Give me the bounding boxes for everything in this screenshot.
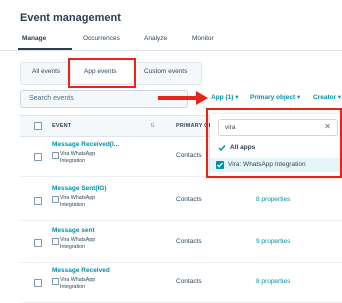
- subtab-custom-events[interactable]: Custom events: [144, 68, 187, 75]
- tab-analyze[interactable]: Analyze: [144, 35, 167, 42]
- tab-occurrences[interactable]: Occurrences: [83, 35, 120, 42]
- tabs-divider: [0, 50, 342, 51]
- table-row[interactable]: Message Received Vira WhatsApp Integrati…: [20, 262, 342, 303]
- tab-manage[interactable]: Manage: [22, 35, 46, 42]
- app-events-highlight: [68, 58, 136, 88]
- event-properties-link[interactable]: 8 properties: [256, 278, 290, 285]
- select-all-checkbox[interactable]: [34, 122, 42, 130]
- subtab-all-events[interactable]: All events: [32, 68, 60, 75]
- event-name-link[interactable]: Message sent: [52, 227, 95, 234]
- event-name-link[interactable]: Message Received(I...: [52, 141, 119, 148]
- row-checkbox[interactable]: [34, 197, 42, 205]
- event-object: Contacts: [176, 278, 202, 285]
- event-properties-link[interactable]: 9 properties: [256, 238, 290, 245]
- row-checkbox[interactable]: [34, 279, 42, 287]
- event-app: Vira WhatsApp Integration: [60, 195, 96, 208]
- creator-filter-button[interactable]: Creator ▾: [313, 93, 341, 101]
- event-app: Vira WhatsApp Integration: [60, 237, 96, 250]
- event-object: Contacts: [176, 238, 202, 245]
- event-app: Vira WhatsApp Integration: [60, 151, 96, 164]
- event-object: Contacts: [176, 152, 202, 159]
- main-tabs: Manage Occurrences Analyze Monitor: [0, 35, 342, 53]
- row-checkbox[interactable]: [34, 153, 42, 161]
- app-icon: [52, 152, 59, 159]
- app-icon: [52, 278, 59, 285]
- event-properties-link[interactable]: 8 properties: [256, 196, 290, 203]
- dropdown-highlight: [206, 108, 342, 178]
- primary-object-filter-button[interactable]: Primary object ▾: [250, 93, 300, 101]
- app-icon: [52, 238, 59, 245]
- column-event[interactable]: EVENT: [52, 123, 71, 129]
- table-row[interactable]: Message sent Vira WhatsApp Integration C…: [20, 222, 342, 263]
- event-name-link[interactable]: Message Sent(IG): [52, 185, 107, 192]
- sort-icon[interactable]: ⇅: [150, 123, 155, 129]
- row-checkbox[interactable]: [34, 239, 42, 247]
- tab-monitor[interactable]: Monitor: [192, 35, 214, 42]
- app-filter-button[interactable]: App (1) ▾: [211, 93, 238, 101]
- event-app: Vira WhatsApp Integration: [60, 277, 96, 290]
- highlight-arrow-head: [196, 91, 208, 105]
- app-icon: [52, 196, 59, 203]
- event-name-link[interactable]: Message Received: [52, 267, 110, 274]
- highlight-arrow-shaft: [158, 96, 198, 100]
- table-row[interactable]: Message Sent(IG) Vira WhatsApp Integrati…: [20, 180, 342, 221]
- page-title: Event management: [20, 12, 121, 24]
- event-object: Contacts: [176, 196, 202, 203]
- search-placeholder: Search events: [29, 95, 74, 102]
